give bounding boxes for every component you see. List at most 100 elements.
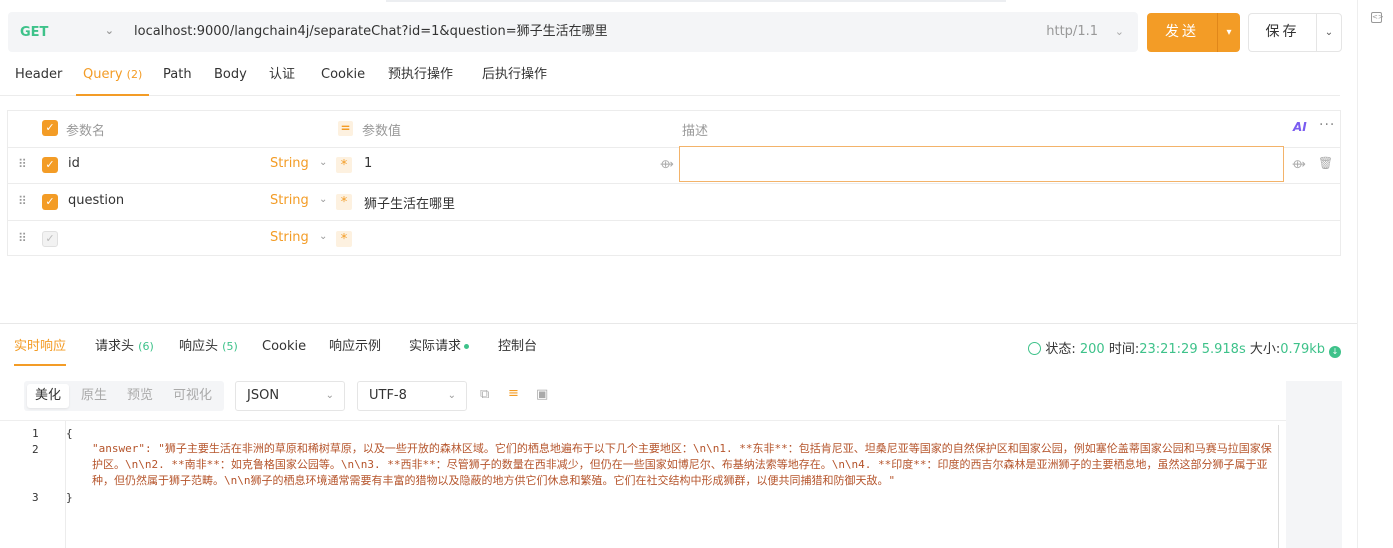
link-icon[interactable]: ⟴ [660, 157, 674, 171]
row-checkbox[interactable]: ✓ [42, 157, 58, 173]
link-icon[interactable]: ⟴ [1292, 157, 1306, 171]
status-label: 状态: [1045, 342, 1076, 357]
required-icon[interactable]: * [336, 157, 352, 173]
tab-label: 响应头 [179, 339, 219, 354]
tab-cookie[interactable]: Cookie [321, 58, 365, 96]
tab-label: Cookie [321, 67, 366, 82]
answer-json-line: "answer": "狮子主要生活在非洲的草原和稀树草原，以及一些开放的森林区域… [92, 441, 1276, 489]
param-type[interactable]: String [270, 193, 309, 208]
answer-value: "狮子主要生活在非洲的草原和稀树草原，以及一些开放的森林区域。它们的栖息地遍布于… [92, 442, 1272, 487]
tab-path[interactable]: Path [163, 58, 192, 96]
tab-label: Path [163, 67, 192, 82]
chevron-down-icon: ▾ [1226, 27, 1232, 38]
view-visualize[interactable]: 可视化 [165, 384, 220, 408]
param-value[interactable]: 1 [364, 156, 372, 171]
tab-console[interactable]: 控制台 [498, 330, 537, 366]
param-desc-header: 描述 [682, 124, 709, 139]
section-divider [0, 323, 1357, 324]
param-name[interactable]: question [68, 193, 124, 208]
download-icon[interactable]: ↓ [1329, 346, 1341, 358]
chevron-down-icon: ⌄ [319, 194, 328, 205]
param-value[interactable]: 狮子生活在哪里 [364, 193, 455, 212]
view-preview[interactable]: 预览 [119, 384, 161, 408]
save-button[interactable]: 保存 [1248, 13, 1316, 52]
required-icon[interactable]: * [336, 194, 352, 210]
view-pretty[interactable]: 美化 [27, 384, 70, 408]
tab-label: Body [214, 67, 247, 82]
tab-auth[interactable]: 认证 [269, 58, 295, 96]
save-icon[interactable]: ▣ [536, 387, 548, 402]
send-dropdown-button[interactable]: ▾ [1217, 13, 1240, 52]
tab-label: 预执行操作 [388, 67, 454, 82]
wrap-icon[interactable]: ≡ [508, 386, 519, 401]
chevron-down-icon: ⌄ [319, 157, 328, 168]
tab-query[interactable]: Query (2) [76, 58, 150, 96]
line-number: 2 [32, 443, 39, 456]
response-status: 状态: 200 时间:23:21:29 5.918s 大小:0.79kb ↓ [1028, 338, 1341, 358]
send-button[interactable]: 发送 [1147, 13, 1217, 52]
chevron-down-icon: ⌄ [447, 390, 456, 401]
tab-response-example[interactable]: 响应示例 [329, 330, 381, 366]
tab-body[interactable]: Body [214, 58, 247, 96]
param-type[interactable]: String [270, 230, 309, 245]
size-value: 0.79kb [1280, 342, 1325, 357]
select-all-checkbox[interactable]: ✓ [42, 120, 58, 136]
right-side-strip [1357, 0, 1393, 548]
bulk-edit-icon[interactable]: = [338, 121, 353, 136]
table-row: ⠿ ✓ String ⌄ * [8, 221, 1340, 258]
tab-response-headers[interactable]: 响应头 (5) [179, 330, 238, 366]
url-bar: GET ⌄ localhost:9000/langchain4j/separat… [8, 12, 1138, 52]
copy-icon[interactable]: ⧉ [480, 387, 489, 402]
tab-label: 实时响应 [14, 339, 67, 354]
trash-icon[interactable]: 🗑 [1318, 156, 1333, 170]
url-input[interactable]: localhost:9000/langchain4j/separateChat?… [134, 12, 608, 52]
save-dropdown-button[interactable]: ⌄ [1316, 13, 1342, 52]
param-value-header: 参数值 [362, 124, 402, 139]
tab-actual-request[interactable]: 实际请求 [409, 330, 470, 366]
required-icon[interactable]: * [336, 231, 352, 247]
answer-key: "answer": [92, 442, 159, 455]
line-gutter: 1 2 3 [0, 421, 66, 548]
param-name[interactable]: id [68, 156, 80, 171]
param-name-header: 参数名 [66, 124, 106, 139]
tab-label: 请求头 [95, 339, 135, 354]
param-type[interactable]: String [270, 156, 309, 171]
view-raw[interactable]: 原生 [73, 384, 115, 408]
format-select[interactable]: JSON ⌄ [235, 381, 345, 411]
more-icon[interactable]: ··· [1319, 117, 1335, 133]
duration-value: 5.918s [1201, 342, 1246, 357]
ai-icon[interactable]: AI [1293, 120, 1307, 134]
encoding-value: UTF-8 [369, 388, 407, 403]
drag-handle-icon[interactable]: ⠿ [18, 231, 27, 245]
status-code: 200 [1079, 342, 1105, 357]
tab-live-response[interactable]: 实时响应 [14, 330, 67, 366]
scrollbar[interactable] [1278, 425, 1286, 548]
drag-handle-icon[interactable]: ⠿ [18, 157, 27, 171]
tab-label: Query [83, 67, 123, 82]
tab-pre-script[interactable]: 预执行操作 [388, 58, 453, 96]
tab-response-cookie[interactable]: Cookie [262, 330, 306, 366]
tab-count: (2) [126, 68, 143, 81]
panel-toggle-icon[interactable]: <> [1371, 12, 1384, 23]
tab-label: 控制台 [498, 339, 538, 354]
method-select[interactable]: GET ⌄ [8, 12, 122, 52]
response-body[interactable]: 1 2 3 { "answer": "狮子主要生活在非洲的草原和稀树草原，以及一… [0, 420, 1286, 548]
protocol-select[interactable]: http/1.1 [1046, 12, 1098, 52]
query-params-table: ✓ 参数名 = 参数值 描述 AI ··· ⠿ ✓ id String ⌄ * … [7, 110, 1341, 256]
time-value: 23:21:29 [1139, 342, 1198, 357]
status-dot-icon [464, 344, 470, 349]
tab-request-headers[interactable]: 请求头 (6) [95, 330, 154, 366]
tab-label: 响应示例 [329, 339, 382, 354]
row-checkbox[interactable]: ✓ [42, 194, 58, 210]
tab-post-script[interactable]: 后执行操作 [482, 58, 547, 96]
chevron-down-icon: ⌄ [1114, 25, 1124, 38]
chevron-down-icon: ⌄ [104, 24, 114, 37]
table-row: ⠿ ✓ question String ⌄ * 狮子生活在哪里 [8, 184, 1340, 221]
param-desc-input[interactable] [679, 146, 1284, 182]
drag-handle-icon[interactable]: ⠿ [18, 194, 27, 208]
tab-header[interactable]: Header [15, 58, 62, 96]
encoding-select[interactable]: UTF-8 ⌄ [357, 381, 467, 411]
table-header-row: ✓ 参数名 = 参数值 描述 AI ··· [8, 111, 1340, 148]
format-value: JSON [247, 388, 280, 403]
row-checkbox[interactable]: ✓ [42, 231, 58, 247]
